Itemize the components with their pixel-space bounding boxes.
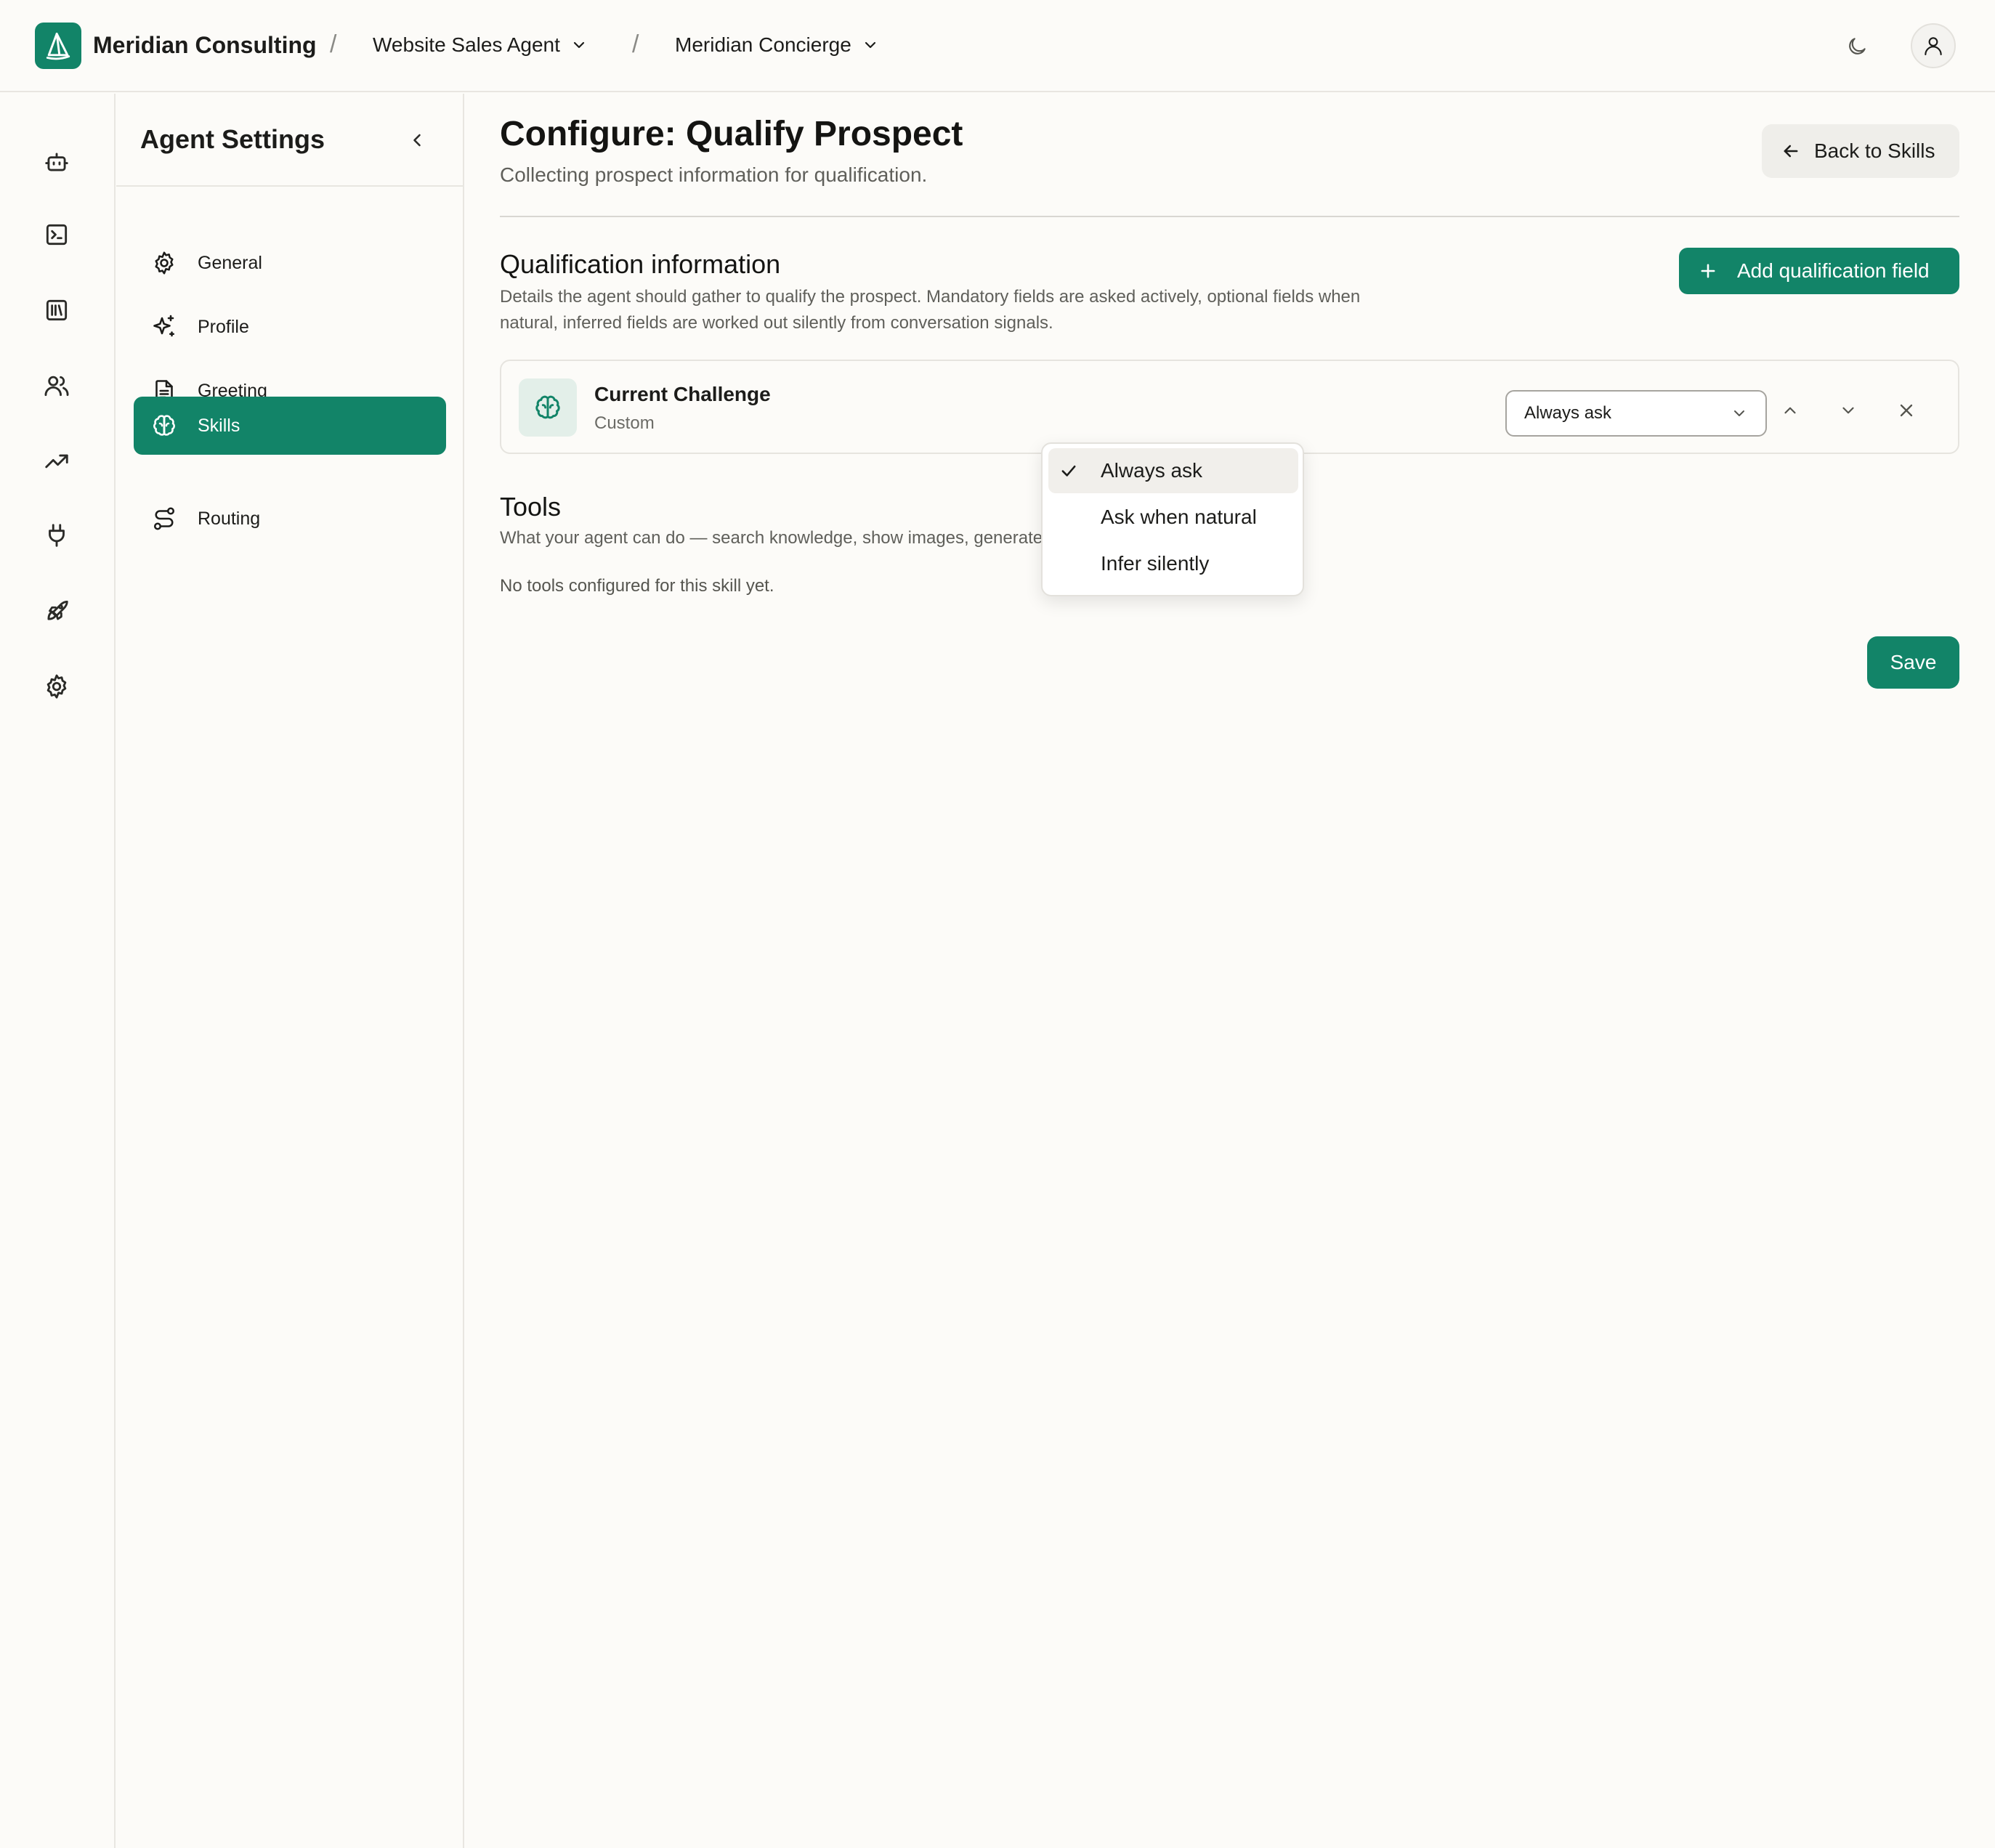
chevron-up-icon	[1781, 401, 1800, 420]
header-divider	[500, 216, 1959, 217]
qualification-description-line1: Details the agent should gather to quali…	[500, 287, 1361, 307]
save-button[interactable]: Save	[1867, 636, 1959, 689]
route-icon	[150, 504, 179, 533]
main-content: Configure: Qualify Prospect Collecting p…	[465, 94, 1995, 1848]
field-mode-value: Always ask	[1524, 403, 1612, 423]
sidebar-item-label: Skills	[198, 415, 240, 436]
concierge-selector-label: Meridian Concierge	[675, 33, 851, 56]
add-qualification-field-button[interactable]: Add qualification field	[1679, 248, 1959, 294]
add-qualification-field-label: Add qualification field	[1737, 259, 1930, 282]
dropdown-option-ask-when-natural[interactable]: Ask when natural	[1048, 495, 1298, 540]
chevron-left-icon[interactable]	[402, 126, 432, 155]
field-mode-select[interactable]: Always ask	[1505, 390, 1767, 437]
brain-icon	[519, 378, 577, 437]
bot-icon[interactable]	[36, 142, 77, 182]
settings-header: Agent Settings	[116, 94, 463, 187]
dropdown-option-always-ask[interactable]: Always ask	[1048, 448, 1298, 493]
gear-icon[interactable]	[36, 666, 77, 707]
field-type: Custom	[594, 413, 655, 433]
plug-icon[interactable]	[36, 515, 77, 556]
qualification-title: Qualification information	[500, 249, 781, 279]
icon-rail	[0, 94, 116, 1848]
users-icon[interactable]	[36, 365, 77, 406]
breadcrumb-separator: /	[632, 31, 639, 58]
sidebar-item-label: General	[198, 252, 262, 273]
trending-up-icon[interactable]	[36, 441, 77, 482]
settings-title: Agent Settings	[140, 124, 325, 154]
move-up-button[interactable]	[1773, 393, 1808, 428]
gear-icon	[150, 248, 179, 277]
chevron-down-icon	[1731, 405, 1748, 422]
org-name[interactable]: Meridian Consulting	[93, 32, 317, 59]
sidebar-item-routing[interactable]: Routing	[134, 490, 446, 548]
move-down-button[interactable]	[1831, 393, 1866, 428]
chevron-down-icon	[1839, 401, 1858, 420]
plus-icon	[1698, 261, 1718, 281]
terminal-icon[interactable]	[36, 214, 77, 255]
qualification-description-line2: natural, inferred fields are worked out …	[500, 313, 1053, 333]
concierge-selector[interactable]: Meridian Concierge	[675, 33, 879, 57]
close-icon	[1896, 400, 1917, 421]
tools-title: Tools	[500, 492, 562, 522]
moon-icon[interactable]	[1842, 32, 1871, 61]
dropdown-option-label: Ask when natural	[1101, 506, 1257, 528]
back-to-skills-label: Back to Skills	[1814, 139, 1935, 162]
dropdown-option-label: Infer silently	[1101, 552, 1210, 575]
user-avatar-button[interactable]	[1911, 23, 1956, 68]
chevron-down-icon	[862, 36, 879, 54]
sidebar-item-skills[interactable]: Skills	[134, 397, 446, 455]
agent-selector[interactable]: Website Sales Agent	[373, 33, 588, 57]
sidebar-item-label: Profile	[198, 316, 249, 337]
check-icon	[1059, 461, 1079, 481]
settings-sidebar: Agent Settings General Profile Greeting …	[116, 94, 464, 1848]
library-icon[interactable]	[36, 290, 77, 331]
dropdown-option-label: Always ask	[1101, 459, 1203, 482]
sidebar-item-profile[interactable]: Profile	[134, 298, 446, 356]
user-icon	[1922, 34, 1945, 57]
sparkles-icon	[150, 312, 179, 341]
back-to-skills-button[interactable]: Back to Skills	[1762, 124, 1959, 178]
agent-selector-label: Website Sales Agent	[373, 33, 560, 56]
page-subtitle: Collecting prospect information for qual…	[500, 163, 928, 186]
rocket-icon[interactable]	[36, 591, 77, 631]
chevron-down-icon	[570, 36, 588, 54]
sidebar-item-label: Routing	[198, 508, 261, 529]
sidebar-item-general[interactable]: General	[134, 234, 446, 292]
arrow-left-icon	[1781, 141, 1801, 161]
breadcrumb-separator: /	[330, 31, 337, 58]
qualification-field-card: Current Challenge Custom Always ask	[500, 360, 1959, 454]
dropdown-option-infer-silently[interactable]: Infer silently	[1048, 541, 1298, 586]
tools-empty-note: No tools configured for this skill yet.	[500, 576, 774, 596]
top-bar: Meridian Consulting / Website Sales Agen…	[0, 0, 1995, 92]
field-name: Current Challenge	[594, 383, 771, 405]
brain-icon	[150, 411, 179, 440]
page-title: Configure: Qualify Prospect	[500, 115, 963, 153]
remove-field-button[interactable]	[1889, 393, 1924, 428]
field-mode-dropdown: Always ask Ask when natural Infer silent…	[1041, 442, 1304, 596]
sailboat-logo-icon[interactable]	[35, 23, 81, 69]
